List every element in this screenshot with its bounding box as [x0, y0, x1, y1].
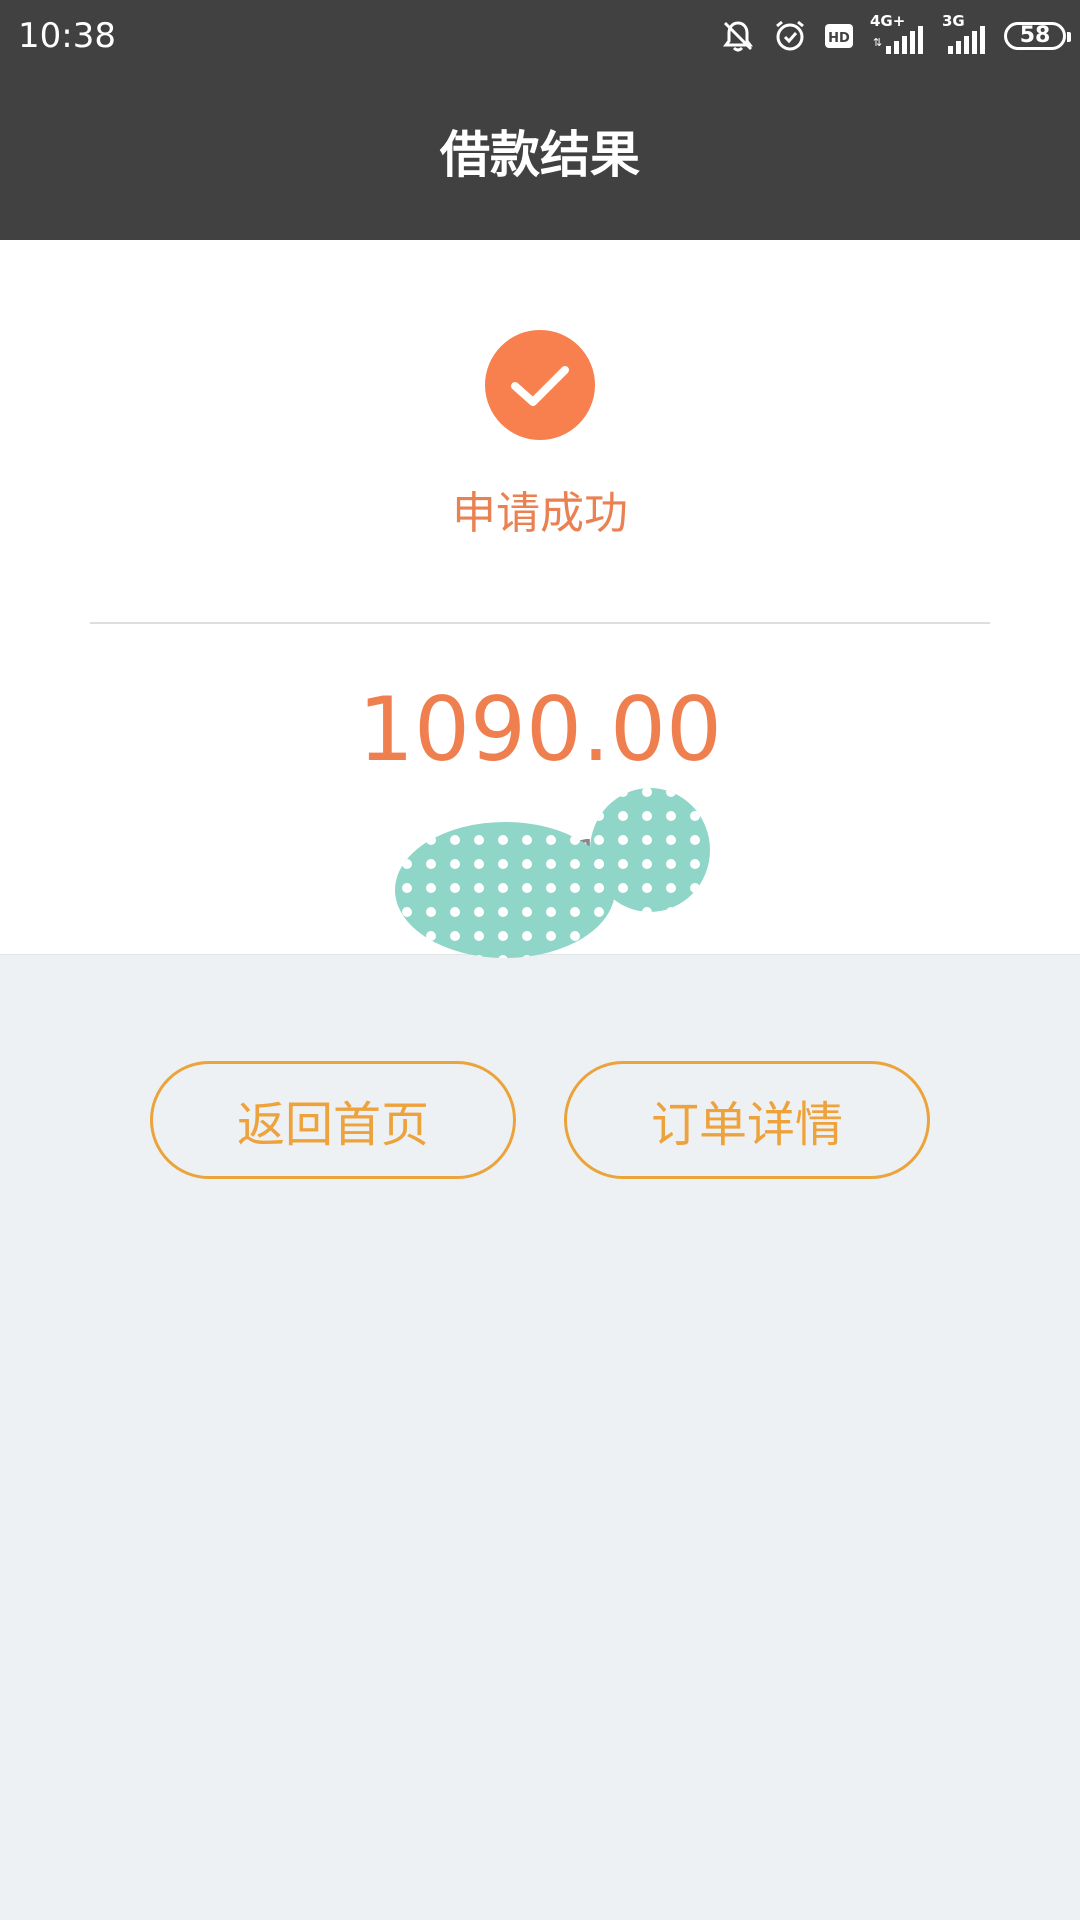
battery-icon: 58 — [1004, 22, 1071, 50]
success-check-icon — [485, 330, 595, 440]
status-text: 申请成功 — [452, 488, 628, 539]
mute-bell-icon — [720, 18, 756, 54]
battery-level: 58 — [1019, 23, 1051, 48]
loan-amount: 1090.00 — [358, 678, 722, 781]
status-time: 10:38 — [18, 16, 116, 56]
back-home-button[interactable]: 返回首页 — [150, 1061, 516, 1179]
status-icons: HD 4G+ ⇅ 3G 58 — [720, 12, 1071, 56]
svg-text:HD: HD — [828, 31, 850, 46]
page-title: 借款结果 — [440, 126, 640, 184]
signal-4g-icon: 4G+ ⇅ — [870, 12, 926, 56]
svg-text:⇅: ⇅ — [873, 36, 882, 49]
screen: 10:38 HD 4G+ ⇅ 3G 58 借款结果 申请成功 1090.00 返… — [0, 0, 1080, 1920]
divider — [90, 622, 990, 624]
network-primary-label: 4G+ — [870, 12, 906, 30]
network-secondary-label: 3G — [942, 12, 965, 30]
alarm-icon — [772, 18, 808, 54]
redaction-overlay — [395, 788, 710, 958]
hd-icon: HD — [824, 21, 854, 51]
app-header: 借款结果 — [0, 72, 1080, 240]
status-bar: 10:38 HD 4G+ ⇅ 3G 58 — [0, 0, 1080, 72]
signal-3g-icon: 3G — [942, 12, 988, 56]
order-detail-button[interactable]: 订单详情 — [564, 1061, 930, 1179]
